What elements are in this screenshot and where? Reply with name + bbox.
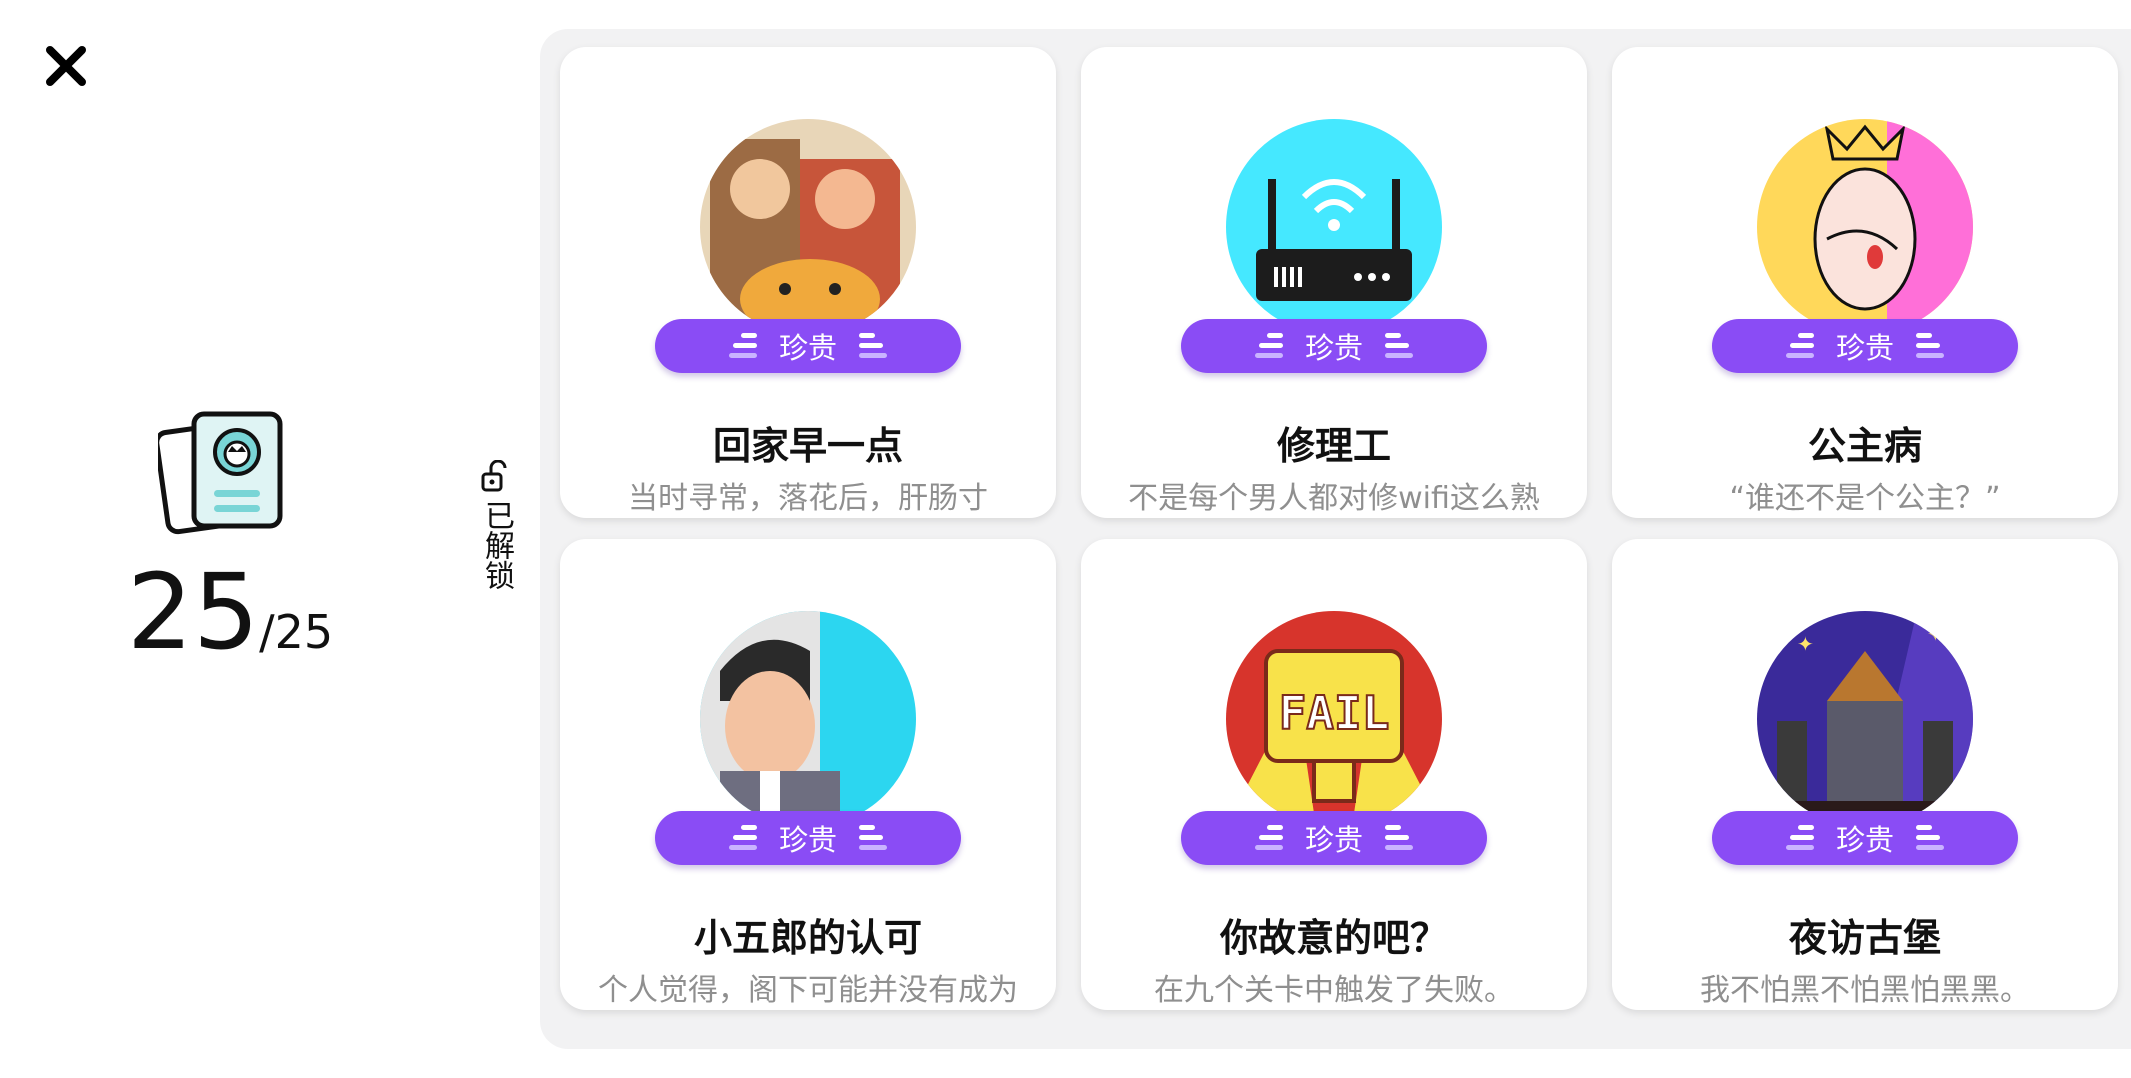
- cards-icon: [154, 410, 288, 535]
- achievement-title: 夜访古堡: [1788, 916, 1941, 960]
- achievement-card[interactable]: FAIL 珍贵 你故意的吧？ 在九个关卡中触发了失败。: [1081, 539, 1587, 1010]
- rarity-label: 珍贵: [1835, 331, 1894, 365]
- stripes-icon: [1916, 333, 1944, 358]
- stripes-icon: [1385, 825, 1413, 850]
- close-icon: [46, 46, 86, 86]
- stripes-icon: [1916, 825, 1944, 850]
- svg-text:FAIL: FAIL: [1279, 686, 1390, 740]
- stripes-icon: [1254, 825, 1283, 850]
- achievement-title: 公主病: [1807, 424, 1922, 468]
- stripes-icon: [1385, 333, 1413, 358]
- achievement-card[interactable]: 珍贵 小五郎的认可 个人觉得，阁下可能并没有成为名侦探的潜质。: [560, 539, 1056, 1010]
- unlock-icon: [481, 460, 507, 492]
- router-art: [1226, 119, 1442, 335]
- svg-text:✦: ✦: [1797, 632, 1814, 656]
- achievement-desc: 我不怕黑不怕黑怕黑黑。: [1700, 973, 2030, 1008]
- family-cat-art: [700, 119, 916, 335]
- fail-trophy-art: FAIL: [1226, 611, 1442, 827]
- stripes-icon: [859, 333, 887, 358]
- castle-night-art: ✦ ✦: [1757, 611, 1973, 827]
- princess-art: [1757, 119, 1973, 335]
- rarity-label: 珍贵: [778, 331, 837, 365]
- rarity-badge: 珍贵: [655, 811, 961, 865]
- counter-total: /25: [259, 605, 334, 659]
- stripes-icon: [728, 825, 757, 850]
- rarity-badge: 珍贵: [655, 319, 961, 373]
- stripes-icon: [1785, 825, 1814, 850]
- achievement-card[interactable]: 珍贵 修理工 不是每个男人都对修wifi这么熟练。: [1081, 47, 1587, 518]
- achievement-grid: 珍贵 回家早一点 当时寻常，落花后，肝肠寸断。… 珍贵 修理工: [540, 29, 2131, 1049]
- rarity-label: 珍贵: [1304, 331, 1363, 365]
- achievement-title: 修理工: [1276, 424, 1391, 468]
- rarity-badge: 珍贵: [1181, 811, 1487, 865]
- close-button[interactable]: [44, 44, 88, 88]
- achievement-title: 小五郎的认可: [693, 916, 922, 960]
- achievement-desc: 不是每个男人都对修wifi这么熟练。: [1128, 481, 1540, 516]
- svg-text:✦: ✦: [1927, 622, 1944, 646]
- unlock-counter: 25/25: [0, 560, 460, 664]
- rarity-label: 珍贵: [1304, 823, 1363, 857]
- achievement-desc: 当时寻常，落花后，肝肠寸断。…: [628, 481, 988, 516]
- achievement-title: 回家早一点: [712, 424, 903, 468]
- achievement-desc: 在九个关卡中触发了失败。: [1154, 973, 1514, 1008]
- rarity-badge: 珍贵: [1712, 811, 2018, 865]
- achievement-card[interactable]: 珍贵 公主病 “谁还不是个公主？”: [1612, 47, 2118, 518]
- stripes-icon: [859, 825, 887, 850]
- rarity-label: 珍贵: [1835, 823, 1894, 857]
- stripes-icon: [728, 333, 757, 358]
- unlocked-tab[interactable]: 已解锁: [478, 460, 514, 590]
- achievement-title: 你故意的吧？: [1219, 916, 1448, 960]
- rarity-badge: 珍贵: [1712, 319, 2018, 373]
- achievement-card[interactable]: ✦ ✦ 珍贵 夜访古堡 我不怕黑不怕黑怕黑黑。: [1612, 539, 2118, 1010]
- unlocked-label: 已解锁: [479, 500, 514, 590]
- achievement-desc: “谁还不是个公主？”: [1729, 481, 2001, 516]
- stripes-icon: [1785, 333, 1814, 358]
- rarity-badge: 珍贵: [1181, 319, 1487, 373]
- rarity-label: 珍贵: [778, 823, 837, 857]
- detective-art: [700, 611, 916, 827]
- counter-current: 25: [126, 551, 260, 673]
- achievement-card[interactable]: 珍贵 回家早一点 当时寻常，落花后，肝肠寸断。…: [560, 47, 1056, 518]
- achievement-desc: 个人觉得，阁下可能并没有成为名侦探的潜质。: [598, 973, 1018, 1008]
- stripes-icon: [1254, 333, 1283, 358]
